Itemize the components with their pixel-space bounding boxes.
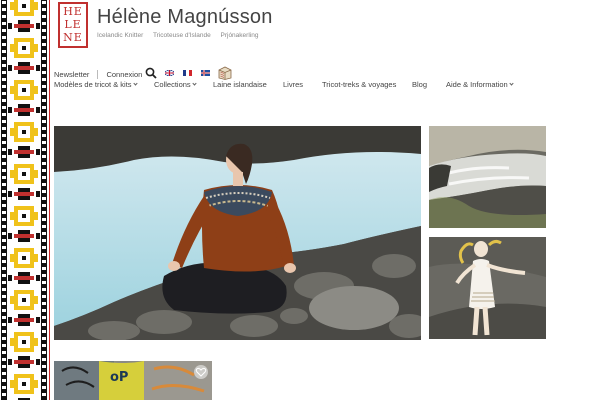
nav-item-label: Blog xyxy=(412,80,428,89)
logo-line: LE xyxy=(64,18,82,31)
chevron-down-icon xyxy=(192,81,197,86)
flag-fr-icon[interactable] xyxy=(183,70,192,76)
site-logo[interactable]: HE LE NE xyxy=(58,2,88,48)
tagline-english: Icelandic Knitter xyxy=(97,32,144,39)
tagline-icelandic: Prjónakerling xyxy=(220,32,259,39)
nav-item-label: Livres xyxy=(283,80,304,89)
nav-item-label: Tricot-treks & voyages xyxy=(322,80,397,89)
decorative-pattern-band xyxy=(0,0,48,400)
svg-text:oP: oP xyxy=(110,370,128,385)
newsletter-link[interactable]: Newsletter xyxy=(54,70,89,79)
decorative-divider xyxy=(49,0,50,400)
photo-graffiti[interactable]: oP xyxy=(54,361,212,400)
nav-item-patterns[interactable]: Modèles de tricot & kits xyxy=(54,80,138,89)
tagline-french: Tricoteuse d'Islande xyxy=(152,32,211,39)
nav-item-icelandic-wool[interactable]: Laine islandaise xyxy=(213,80,267,89)
logo-line: HE xyxy=(63,5,83,18)
main-navigation: Modèles de tricot & kits Collections Lai… xyxy=(0,80,600,92)
utility-links: Newsletter Connexion xyxy=(54,68,142,80)
nav-item-label: Collections xyxy=(154,80,191,89)
login-link[interactable]: Connexion xyxy=(106,70,142,79)
nav-item-label: Aide & Information xyxy=(446,80,508,89)
nav-item-label: Laine islandaise xyxy=(213,80,267,89)
heart-icon[interactable] xyxy=(194,365,208,379)
logo-line: NE xyxy=(63,31,83,44)
nav-item-knitting-treks[interactable]: Tricot-treks & voyages xyxy=(322,80,396,89)
chevron-down-icon xyxy=(132,81,138,86)
nav-item-books[interactable]: Livres xyxy=(283,80,303,89)
photo-waterfall[interactable] xyxy=(429,126,546,228)
nav-item-blog[interactable]: Blog xyxy=(412,80,427,89)
cart-icon[interactable] xyxy=(218,66,232,80)
search-icon[interactable] xyxy=(145,67,157,79)
flag-is-icon[interactable] xyxy=(201,70,210,76)
site-title[interactable]: Hélène Magnússon xyxy=(97,6,273,29)
nav-item-collections[interactable]: Collections xyxy=(154,80,197,89)
photo-knitted-doll[interactable] xyxy=(429,237,546,339)
site-tagline: Icelandic Knitter Tricoteuse d'Islande P… xyxy=(97,32,266,39)
chevron-down-icon xyxy=(509,81,514,86)
separator xyxy=(97,69,99,79)
nav-item-help[interactable]: Aide & Information xyxy=(446,80,514,89)
nav-item-label: Modèles de tricot & kits xyxy=(54,80,132,89)
flag-uk-icon[interactable] xyxy=(165,70,174,76)
hero-photo-lopapeysa[interactable] xyxy=(54,126,421,340)
